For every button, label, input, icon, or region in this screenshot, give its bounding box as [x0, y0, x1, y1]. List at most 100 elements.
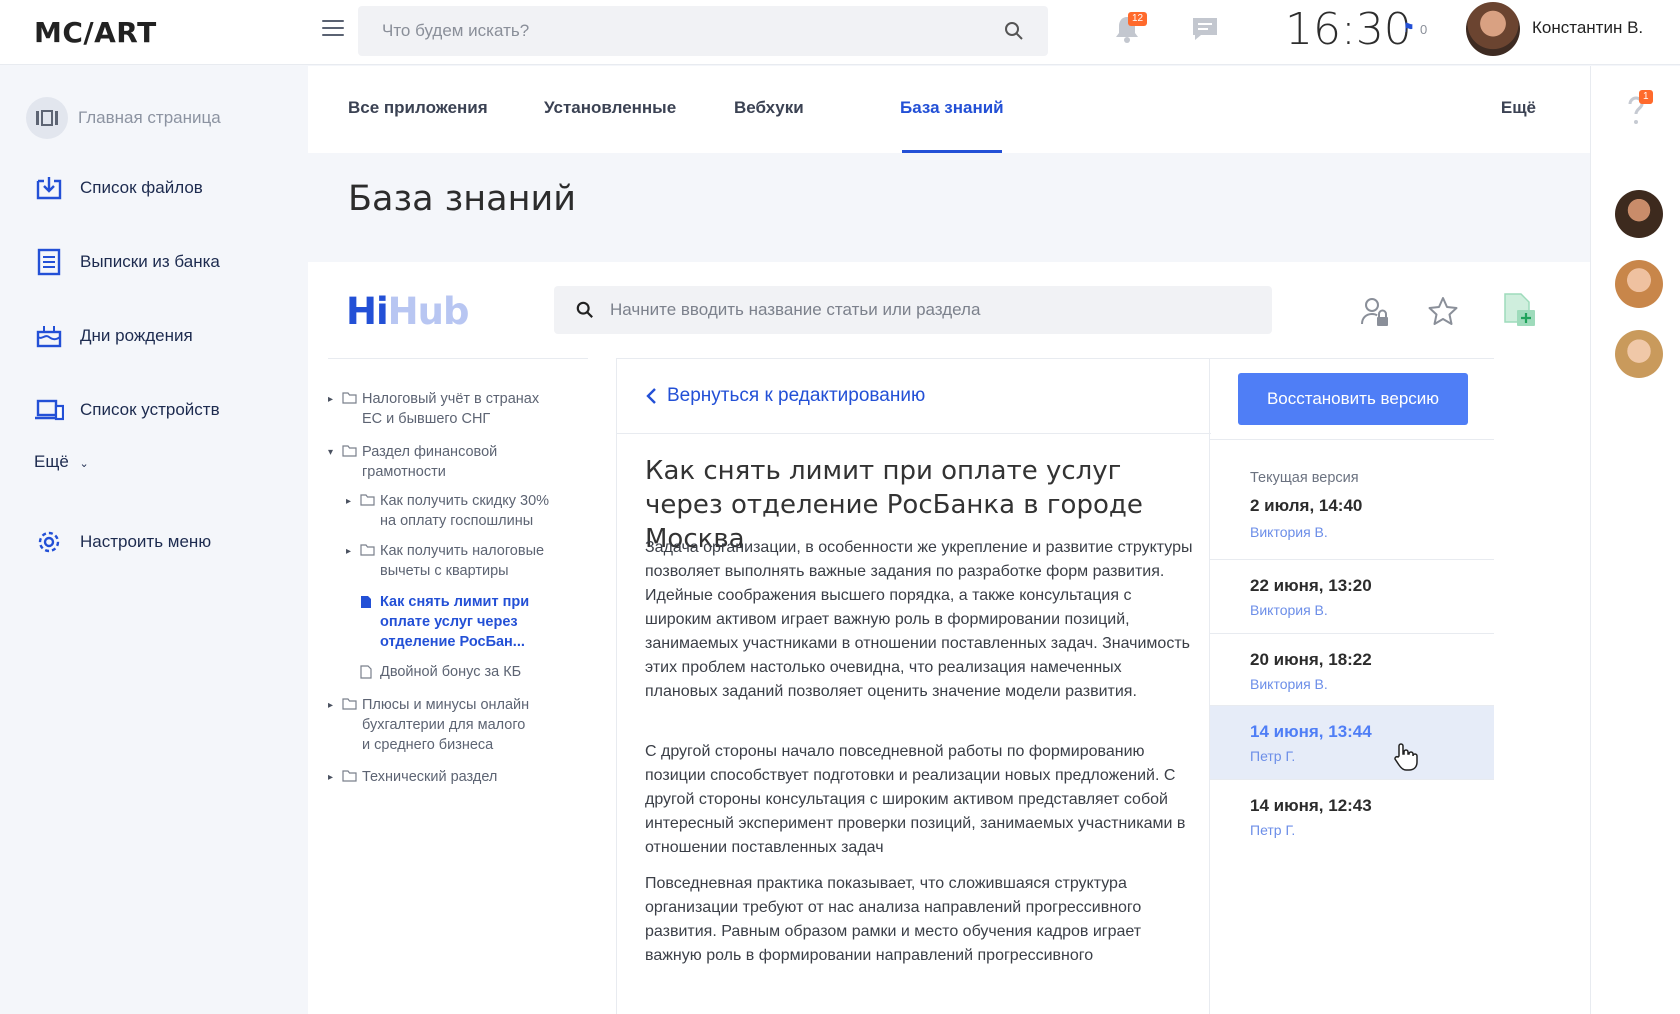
- caret-down-icon[interactable]: ▾: [328, 443, 342, 482]
- sidebar-item-label: Дни рождения: [80, 326, 193, 345]
- tree-item-label: Двойной бонус за КБ: [380, 664, 522, 680]
- tree-item-current-article[interactable]: Как снять лимит при оплате услуг через отд…: [360, 592, 529, 652]
- tabs-more-button[interactable]: Ещё: [1501, 98, 1536, 118]
- hand-cursor-icon: [1394, 743, 1418, 771]
- document-filled-icon: [360, 595, 380, 652]
- sidebar-item-files[interactable]: Список файлов: [32, 168, 203, 208]
- version-date: 20 июня, 18:22: [1250, 650, 1372, 669]
- tree-item-label: Как получить налоговые вычеты с квартиры: [380, 543, 545, 579]
- hihub-logo-hub: Hub: [387, 290, 470, 333]
- version-item[interactable]: 22 июня, 13:20 Виктория В.: [1210, 559, 1494, 633]
- app-logo[interactable]: MC/ART: [34, 16, 157, 49]
- help-button[interactable]: 1: [1625, 90, 1653, 133]
- sidebar-settings[interactable]: Настроить меню: [32, 522, 211, 562]
- sidebar-item-home[interactable]: Главная страница: [26, 97, 221, 139]
- version-date: 14 июня, 12:43: [1250, 796, 1372, 815]
- restore-version-button[interactable]: Восстановить версию: [1238, 373, 1468, 425]
- sidebar-item-devices[interactable]: Список устройств: [32, 390, 220, 430]
- notifications-badge: 12: [1128, 12, 1148, 26]
- tree-item-double-bonus[interactable]: Двойной бонус за КБ: [360, 662, 521, 682]
- version-author: Петр Г.: [1250, 822, 1296, 838]
- article-panel: Вернуться к редактированию Как снять лим…: [616, 358, 1211, 1014]
- gear-icon: [32, 525, 66, 559]
- global-search: [358, 6, 1048, 56]
- sidebar-item-label: Главная страница: [78, 108, 221, 127]
- caret-right-icon[interactable]: ▸: [346, 492, 360, 531]
- caret-right-icon[interactable]: ▸: [346, 542, 360, 581]
- tree-item-tax-deduction[interactable]: ▸ Как получить налоговые вычеты с квартир…: [346, 541, 544, 581]
- add-document-icon[interactable]: [1501, 292, 1537, 328]
- tab-webhooks[interactable]: Вебхуки: [734, 98, 804, 118]
- kb-search: [554, 286, 1272, 334]
- folder-icon: [360, 544, 380, 581]
- tab-all-apps[interactable]: Все приложения: [348, 98, 488, 118]
- flag-count: 0: [1420, 22, 1428, 37]
- tab-knowledge-base[interactable]: База знаний: [900, 98, 1004, 118]
- sidebar-settings-label: Настроить меню: [80, 532, 212, 551]
- tree-item-label: Налоговый учёт в странах ЕС и бывшего СНГ: [362, 391, 540, 427]
- right-rail: 1: [1590, 66, 1680, 1014]
- folder-icon: [342, 445, 362, 482]
- contact-avatar[interactable]: [1615, 260, 1663, 308]
- contact-avatar[interactable]: [1615, 190, 1663, 238]
- sidebar-item-birthdays[interactable]: Дни рождения: [32, 316, 193, 356]
- sidebar-item-label: Список файлов: [80, 178, 203, 197]
- version-author: Петр Г.: [1250, 748, 1296, 764]
- version-item-selected[interactable]: 14 июня, 13:44 Петр Г.: [1210, 705, 1494, 779]
- sidebar-item-label: Выписки из банка: [80, 252, 220, 271]
- contact-avatar[interactable]: [1615, 330, 1663, 378]
- tree-item-label: Как снять лимит при оплате услуг через отд…: [380, 594, 530, 650]
- left-sidebar: Главная страница Список файлов Выписки и…: [0, 66, 308, 1014]
- sidebar-item-bank-statements[interactable]: Выписки из банка: [32, 242, 220, 282]
- caret-right-icon[interactable]: ▸: [328, 768, 342, 788]
- tree-item-finance-section[interactable]: ▾ Раздел финансовой грамотности: [328, 442, 497, 482]
- statement-icon: [32, 245, 66, 279]
- menu-burger-icon[interactable]: [322, 20, 344, 38]
- version-date: 14 июня, 13:44: [1250, 722, 1372, 741]
- back-to-edit-label: Вернуться к редактированию: [667, 385, 926, 406]
- article-paragraph: С другой стороны начало повседневной раб…: [645, 743, 1186, 856]
- flag-icon[interactable]: ⚑: [1403, 20, 1415, 36]
- hihub-logo: HiHub: [346, 290, 470, 333]
- folder-icon: [360, 494, 380, 531]
- messages-button[interactable]: [1191, 16, 1219, 47]
- tab-installed[interactable]: Установленные: [544, 98, 676, 118]
- version-item[interactable]: 20 июня, 18:22 Виктория В.: [1210, 633, 1494, 705]
- cake-icon: [32, 319, 66, 353]
- notifications-button[interactable]: 12: [1114, 12, 1148, 49]
- tree-item-label: Технический раздел: [362, 769, 498, 785]
- folder-icon: [342, 392, 362, 429]
- tree-item-label: Раздел финансовой грамотности: [362, 444, 498, 480]
- document-icon: [360, 665, 380, 682]
- chat-icon: [1193, 18, 1217, 40]
- version-item-current[interactable]: Текущая версия 2 июля, 14:40 Виктория В.: [1210, 439, 1494, 559]
- folder-icon: [342, 770, 362, 788]
- sidebar-item-label: Список устройств: [80, 400, 220, 419]
- caret-right-icon[interactable]: ▸: [328, 696, 342, 755]
- caret-right-icon[interactable]: ▸: [328, 390, 342, 429]
- sidebar-more-link[interactable]: Ещё ⌄: [34, 452, 89, 472]
- top-bar: MC/ART 12 16:30 ⚑ 0 Константин В.: [0, 0, 1680, 65]
- devices-icon: [32, 393, 66, 427]
- version-item[interactable]: 14 июня, 12:43 Петр Г.: [1210, 779, 1494, 851]
- tree-item-discount[interactable]: ▸ Как получить скидку 30% на оплату госпо…: [346, 491, 549, 531]
- tree-item-technical[interactable]: ▸ Технический раздел: [328, 767, 497, 788]
- tree-item-online-accounting[interactable]: ▸ Плюсы и минусы онлайн бухгалтерии для м…: [328, 695, 529, 755]
- clock: 16:30: [1285, 4, 1412, 55]
- kb-search-input[interactable]: [554, 286, 1214, 334]
- tree-item-tax-section[interactable]: ▸ Налоговый учёт в странах ЕС и бывшего С…: [328, 389, 539, 429]
- user-avatar[interactable]: [1466, 2, 1520, 56]
- article-paragraph: Задача организации, в особенности же укр…: [645, 539, 1193, 700]
- current-version-label: Текущая версия: [1250, 470, 1359, 486]
- back-to-edit-link[interactable]: Вернуться к редактированию: [617, 358, 1211, 434]
- global-search-input[interactable]: [358, 6, 978, 56]
- chevron-left-icon: [646, 388, 656, 404]
- star-icon[interactable]: [1428, 296, 1458, 326]
- user-lock-icon[interactable]: [1360, 296, 1390, 328]
- user-name[interactable]: Константин В.: [1532, 18, 1643, 38]
- search-icon[interactable]: [1004, 21, 1024, 41]
- knowledge-base-card: HiHub ▸ Налоговый учёт в странахЕС и быв…: [308, 262, 1590, 1014]
- versions-panel: Восстановить версию Текущая версия 2 июл…: [1210, 358, 1494, 1014]
- sidebar-more-label: Ещё: [34, 452, 69, 471]
- page-title: База знаний: [348, 179, 576, 219]
